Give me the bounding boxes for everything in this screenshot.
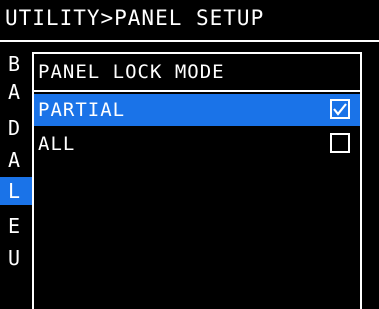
page-title: UTILITY>PANEL SETUP — [5, 6, 265, 30]
checkbox-unchecked[interactable] — [330, 133, 350, 153]
background-menu-item[interactable]: A — [0, 78, 32, 106]
title-divider — [0, 40, 379, 42]
background-menu-item[interactable]: D — [0, 114, 32, 142]
background-menu-item[interactable]: U — [0, 244, 32, 272]
dialog-title: PANEL LOCK MODE — [38, 61, 225, 83]
option-all[interactable]: ALL — [34, 128, 360, 160]
option-partial[interactable]: PARTIAL — [34, 94, 360, 126]
panel-lock-mode-dialog: PANEL LOCK MODE PARTIAL ALL — [32, 52, 362, 309]
checkbox-checked[interactable] — [330, 99, 350, 119]
title-bar: UTILITY>PANEL SETUP — [0, 0, 379, 42]
background-menu-item[interactable]: B — [0, 50, 32, 78]
background-menu-item[interactable]: A — [0, 146, 32, 174]
background-menu-item[interactable]: E — [0, 212, 32, 240]
background-menu: B A D A L E U — [0, 42, 32, 309]
background-menu-item-selected[interactable]: L — [0, 177, 32, 205]
checkmark-icon — [333, 103, 347, 116]
dialog-divider — [34, 90, 360, 92]
option-label: PARTIAL — [38, 99, 126, 121]
option-label: ALL — [38, 133, 76, 155]
